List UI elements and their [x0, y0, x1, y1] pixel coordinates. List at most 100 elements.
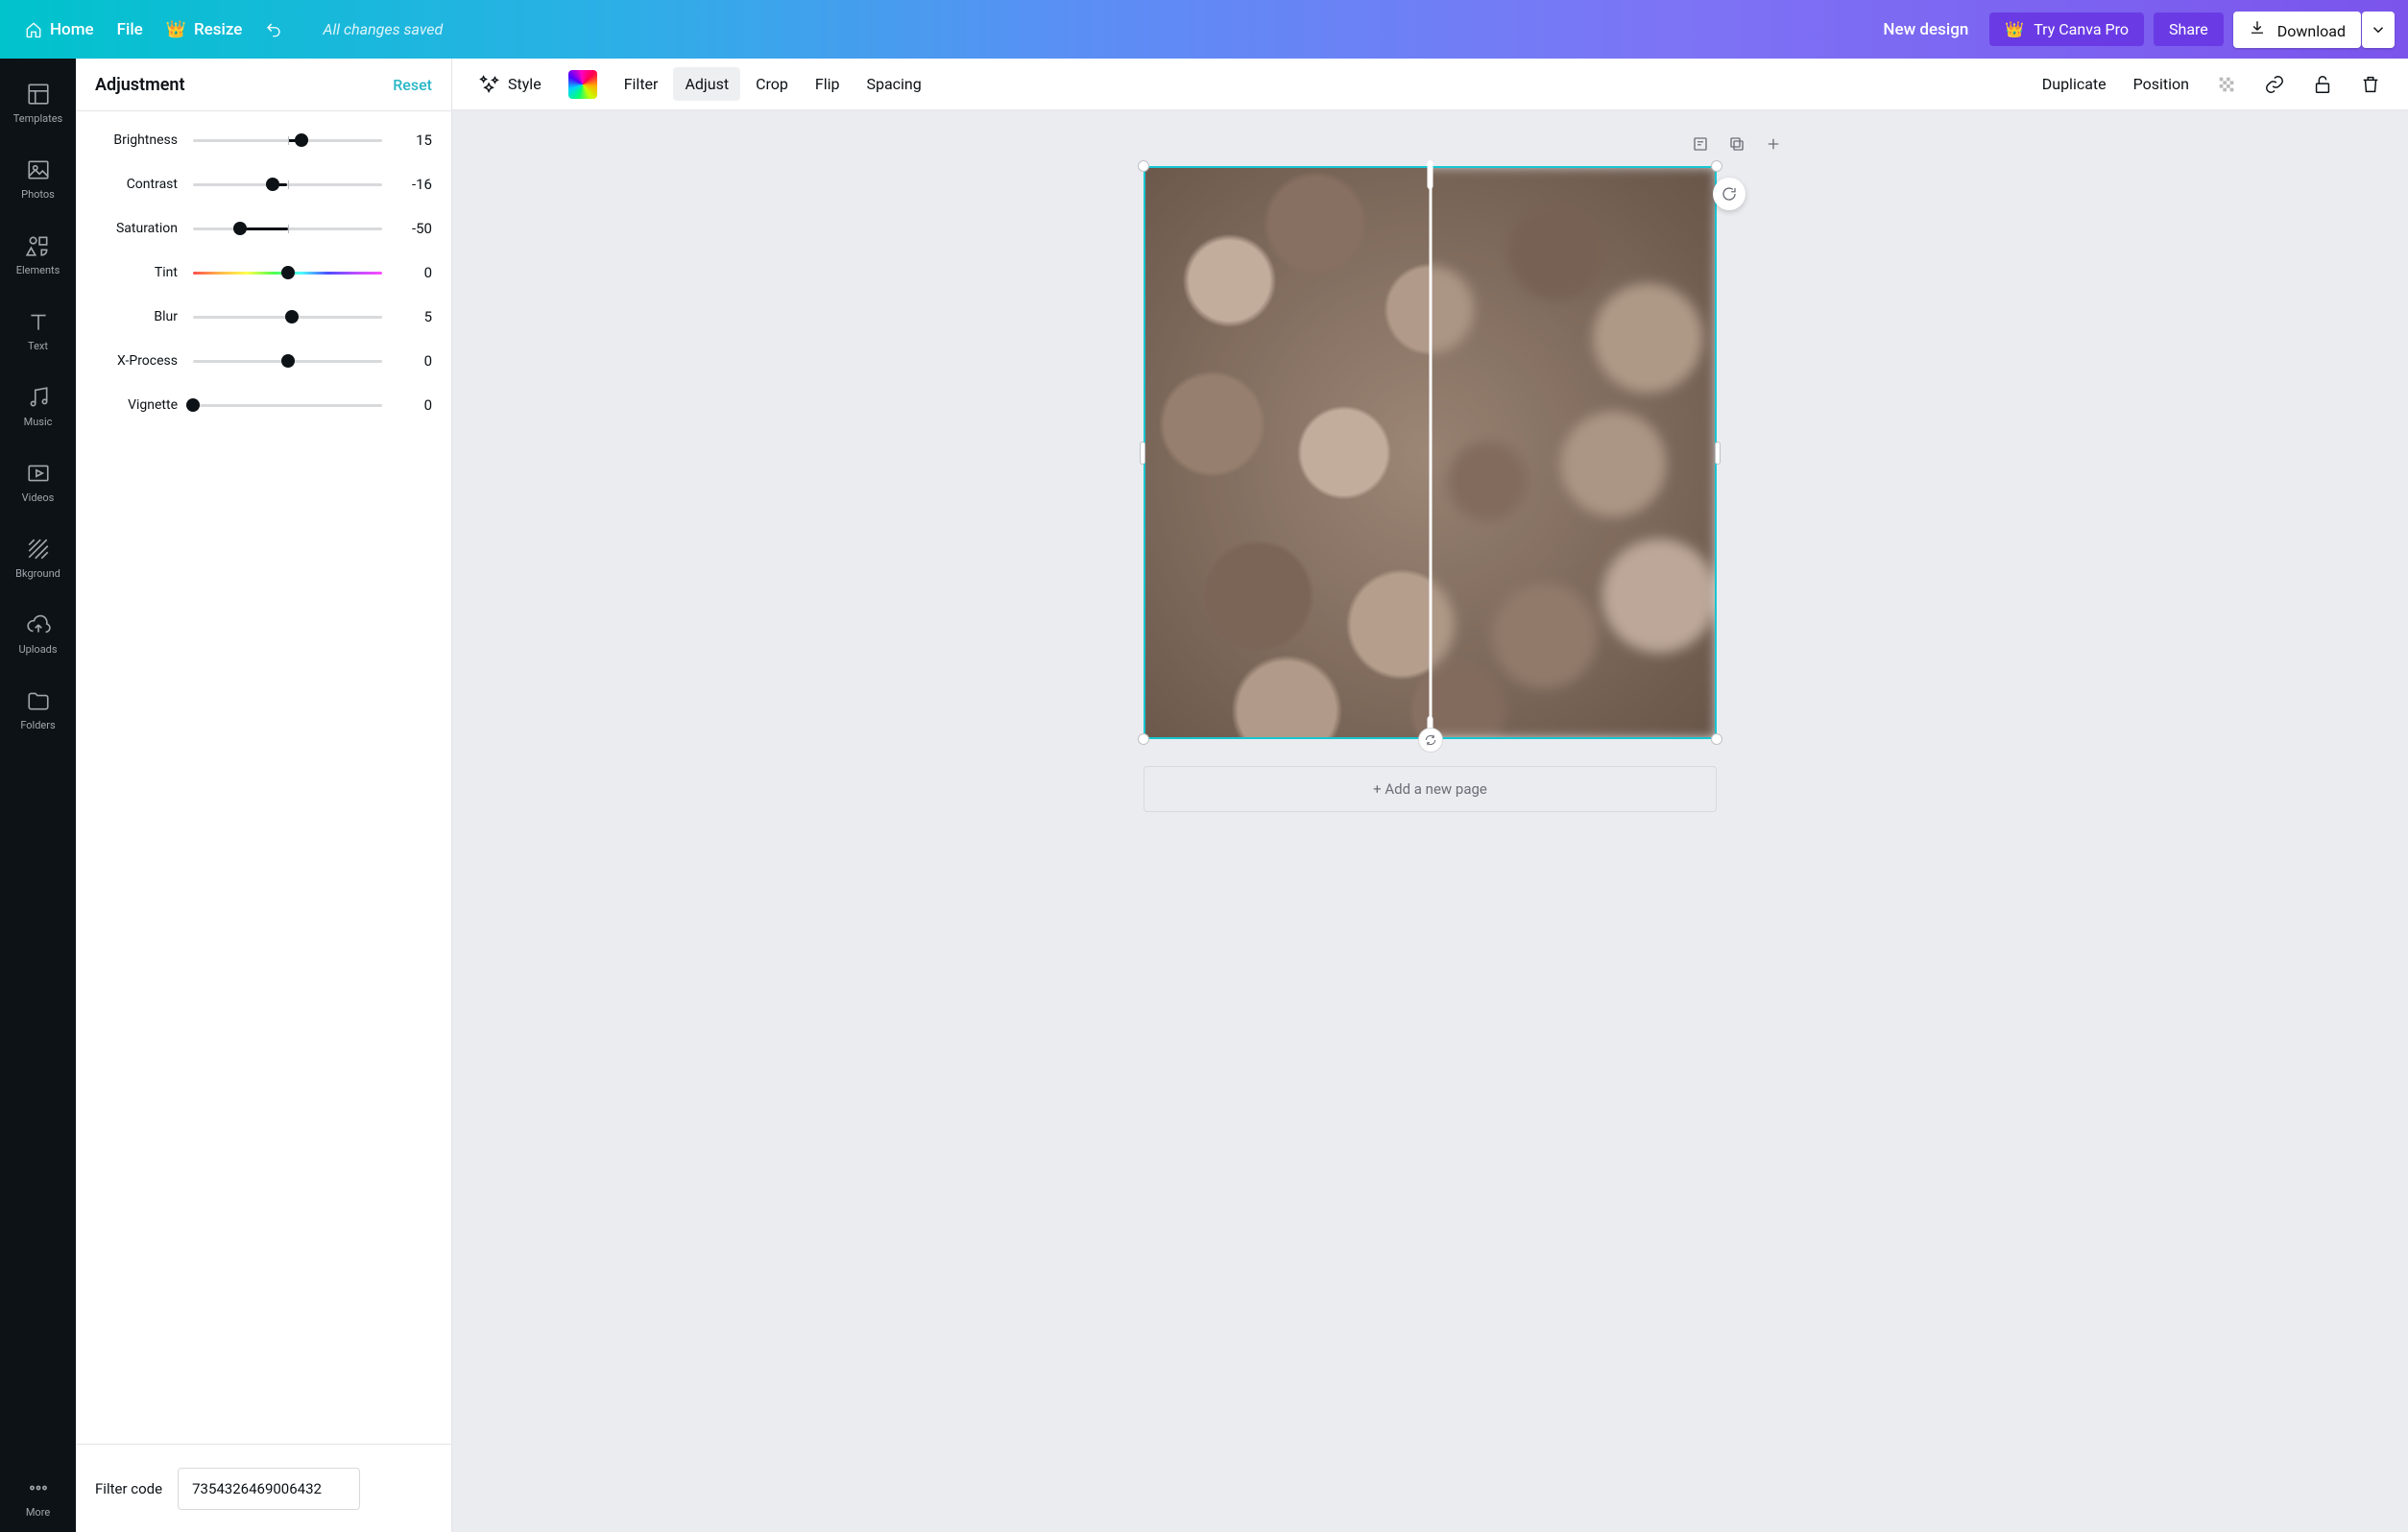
slider-handle[interactable] [285, 310, 299, 323]
rail-uploads[interactable]: Uploads [0, 599, 76, 669]
slider-track[interactable] [193, 173, 382, 196]
slider-track[interactable] [193, 217, 382, 240]
reset-button[interactable]: Reset [393, 76, 432, 94]
slider-handle[interactable] [281, 266, 295, 279]
home-label: Home [50, 20, 94, 39]
uploads-icon [26, 612, 51, 637]
home-button[interactable]: Home [13, 14, 106, 45]
background-icon [26, 537, 51, 562]
spacing-button[interactable]: Spacing [855, 67, 932, 101]
rail-music[interactable]: Music [0, 371, 76, 442]
resize-handle-tr[interactable] [1711, 160, 1722, 172]
resize-button[interactable]: 👑 Resize [155, 14, 254, 45]
page-duplicate-button[interactable] [1722, 130, 1751, 158]
canvas-area: Style Filter Adjust Crop Flip Spacing Du… [452, 59, 2408, 1532]
slider-value: 0 [394, 396, 432, 414]
copy-icon [1728, 135, 1746, 153]
add-page-button[interactable]: + Add a new page [1144, 766, 1717, 812]
delete-button[interactable] [2348, 66, 2393, 103]
rail-templates[interactable]: Templates [0, 68, 76, 138]
context-toolbar: Style Filter Adjust Crop Flip Spacing Du… [452, 59, 2408, 110]
crown-icon: 👑 [166, 20, 186, 39]
resize-handle-tl[interactable] [1138, 160, 1149, 172]
filter-button[interactable]: Filter [613, 67, 670, 101]
compare-divider[interactable] [1429, 162, 1432, 743]
slider-handle[interactable] [186, 398, 200, 412]
slider-track[interactable] [193, 261, 382, 284]
sliders-container: Brightness15 Contrast -16 Saturation -50 Tint… [76, 111, 451, 1444]
slider-track[interactable] [193, 305, 382, 328]
rail-folders[interactable]: Folders [0, 675, 76, 745]
page-add-button[interactable] [1759, 130, 1788, 158]
download-dropdown[interactable] [2362, 12, 2395, 48]
download-button[interactable]: Download [2233, 12, 2361, 48]
rail-more[interactable]: More [0, 1462, 76, 1532]
photos-icon [26, 157, 51, 182]
slider-vignette: Vignette 0 [95, 394, 432, 417]
rail-background[interactable]: Bkground [0, 523, 76, 593]
canvas-page[interactable] [1144, 166, 1717, 739]
crown-icon: 👑 [2005, 20, 2024, 38]
slider-handle[interactable] [233, 222, 247, 235]
rail-text[interactable]: Text [0, 296, 76, 366]
link-icon [2264, 74, 2285, 95]
resize-handle-l[interactable] [1140, 442, 1145, 465]
slider-label: Saturation [95, 221, 178, 236]
resize-handle-bl[interactable] [1138, 733, 1149, 745]
save-status: All changes saved [323, 20, 443, 38]
notes-icon [1692, 135, 1709, 153]
slider-label: Contrast [95, 177, 178, 192]
slider-value: 15 [394, 132, 432, 149]
page-notes-button[interactable] [1686, 130, 1715, 158]
slider-value: 5 [394, 308, 432, 325]
flip-button[interactable]: Flip [804, 67, 852, 101]
elements-icon [26, 233, 51, 258]
try-pro-button[interactable]: 👑 Try Canva Pro [1989, 12, 2144, 46]
sync-icon [1424, 733, 1437, 747]
resize-handle-r[interactable] [1715, 442, 1721, 465]
slider-xprocess: X-Process0 [95, 349, 432, 372]
position-button[interactable]: Position [2122, 67, 2201, 101]
slider-handle[interactable] [281, 354, 295, 368]
slider-track[interactable] [193, 129, 382, 152]
transparency-button[interactable] [2204, 66, 2249, 103]
reset-adjust-badge[interactable] [1713, 178, 1746, 210]
lock-button[interactable] [2300, 66, 2345, 103]
slider-handle[interactable] [266, 178, 279, 191]
canvas-stage[interactable]: + Add a new page [452, 110, 2408, 1532]
rail-photos[interactable]: Photos [0, 144, 76, 214]
rail-videos[interactable]: Videos [0, 447, 76, 517]
style-button[interactable]: Style [468, 66, 553, 103]
crop-button[interactable]: Crop [744, 67, 800, 101]
slider-value: -16 [394, 176, 432, 193]
download-icon [2249, 19, 2266, 36]
slider-handle[interactable] [295, 133, 308, 147]
slider-track[interactable] [193, 394, 382, 417]
app-header: Home File 👑 Resize All changes saved New… [0, 0, 2408, 59]
sync-badge[interactable] [1418, 728, 1443, 753]
new-design-button[interactable]: New design [1871, 14, 1980, 45]
transparency-icon [2216, 74, 2237, 95]
videos-icon [26, 461, 51, 486]
color-button[interactable] [557, 62, 609, 107]
slider-tint: Tint0 [95, 261, 432, 284]
rail-elements[interactable]: Elements [0, 220, 76, 290]
slider-brightness: Brightness15 [95, 129, 432, 152]
chevron-down-icon [2370, 21, 2387, 38]
music-icon [26, 385, 51, 410]
filter-code-input[interactable] [178, 1468, 360, 1510]
adjust-button[interactable]: Adjust [673, 67, 740, 101]
slider-label: Vignette [95, 397, 178, 413]
slider-value: -50 [394, 220, 432, 237]
panel-title: Adjustment [95, 75, 185, 95]
link-button[interactable] [2252, 66, 2297, 103]
plus-icon [1765, 135, 1782, 153]
trash-icon [2360, 74, 2381, 95]
slider-track[interactable] [193, 349, 382, 372]
file-menu[interactable]: File [106, 14, 155, 45]
resize-handle-br[interactable] [1711, 733, 1722, 745]
duplicate-button[interactable]: Duplicate [2031, 67, 2118, 101]
undo-button[interactable] [253, 15, 294, 44]
more-icon [26, 1475, 51, 1500]
share-button[interactable]: Share [2154, 12, 2224, 46]
